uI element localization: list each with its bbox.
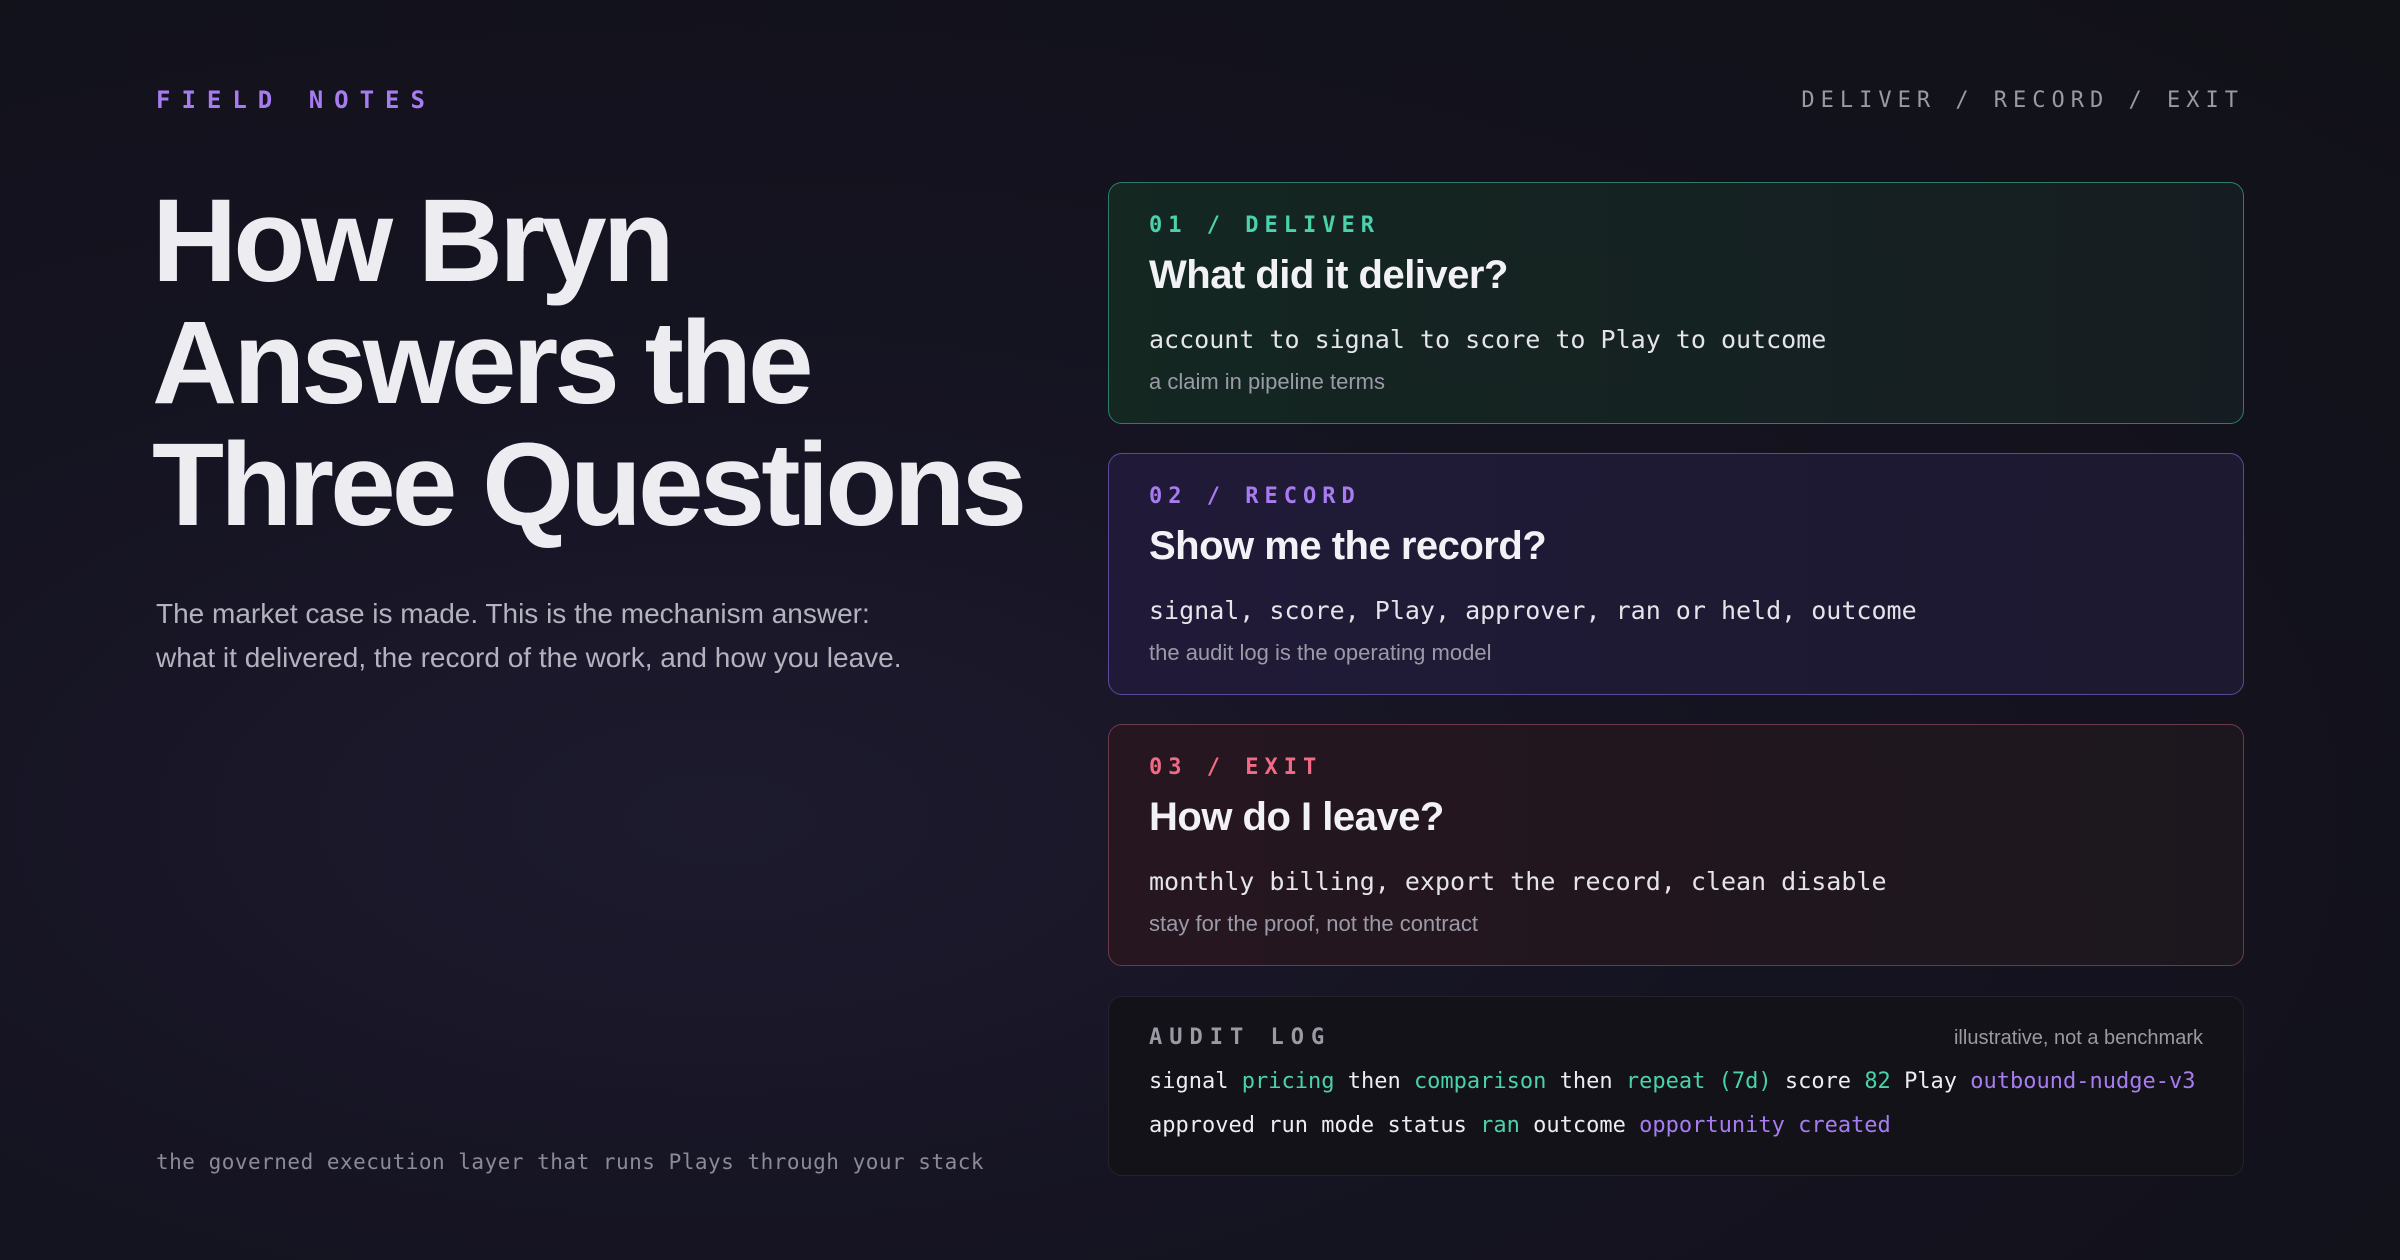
title-line: How Bryn	[152, 175, 675, 307]
audit-key: approved	[1149, 1113, 1255, 1138]
audit-value: pricing	[1241, 1069, 1335, 1094]
card-record: 02 / RECORD Show me the record? signal, …	[1108, 453, 2244, 695]
audit-value: ran	[1480, 1113, 1520, 1138]
audit-value: outbound-nudge-v3	[1970, 1069, 2196, 1094]
audit-value: opportunity created	[1639, 1113, 1891, 1138]
card-chain: signal, score, Play, approver, ran or he…	[1149, 596, 1917, 625]
section-kicker: FIELD NOTES	[156, 86, 436, 114]
intro-line: The market case is made. This is the mec…	[156, 598, 870, 629]
card-question: What did it deliver?	[1149, 253, 1508, 297]
audit-log-line: signal pricing then comparison then repe…	[1149, 1069, 2195, 1094]
audit-key: Play	[1904, 1069, 1958, 1094]
audit-value: 82	[1864, 1069, 1891, 1094]
audit-key: then	[1559, 1069, 1613, 1094]
card-question: Show me the record?	[1149, 524, 1547, 568]
card-chain: account to signal to score to Play to ou…	[1149, 325, 1827, 354]
audit-log-line: approved run mode status ran outcome opp…	[1149, 1113, 1891, 1138]
tagline: the governed execution layer that runs P…	[156, 1150, 985, 1174]
card-exit: 03 / EXIT How do I leave? monthly billin…	[1108, 724, 2244, 966]
audit-key: then	[1347, 1069, 1401, 1094]
audit-value: repeat (7d)	[1625, 1069, 1772, 1094]
page-title: How Bryn Answers the Three Questions	[152, 180, 1072, 546]
card-number: 03 / EXIT	[1149, 755, 1323, 780]
section-nav: DELIVER / RECORD / EXIT	[1801, 88, 2244, 113]
title-line: Answers the	[152, 297, 814, 429]
card-caption: stay for the proof, not the contract	[1149, 911, 1478, 936]
card-question: How do I leave?	[1149, 795, 1444, 839]
audit-key: score	[1784, 1069, 1852, 1094]
intro-paragraph: The market case is made. This is the mec…	[156, 592, 976, 680]
audit-log-note: illustrative, not a benchmark	[1953, 1027, 2203, 1049]
intro-line: what it delivered, the record of the wor…	[156, 642, 902, 673]
audit-key: signal	[1149, 1069, 1229, 1094]
card-number: 01 / DELIVER	[1149, 213, 1380, 238]
card-chain: monthly billing, export the record, clea…	[1149, 867, 1887, 896]
title-line: Three Questions	[152, 419, 1027, 551]
card-caption: a claim in pipeline terms	[1149, 369, 1385, 394]
card-caption: the audit log is the operating model	[1149, 640, 1492, 665]
audit-value: comparison	[1413, 1069, 1547, 1094]
audit-key: run mode	[1268, 1113, 1375, 1138]
card-deliver: 01 / DELIVER What did it deliver? accoun…	[1108, 182, 2244, 424]
audit-key: outcome	[1533, 1113, 1626, 1138]
card-number: 02 / RECORD	[1149, 484, 1361, 509]
audit-key: status	[1387, 1113, 1467, 1138]
audit-log-panel: AUDIT LOG illustrative, not a benchmark …	[1108, 996, 2244, 1176]
audit-log-title: AUDIT LOG	[1149, 1025, 1332, 1050]
